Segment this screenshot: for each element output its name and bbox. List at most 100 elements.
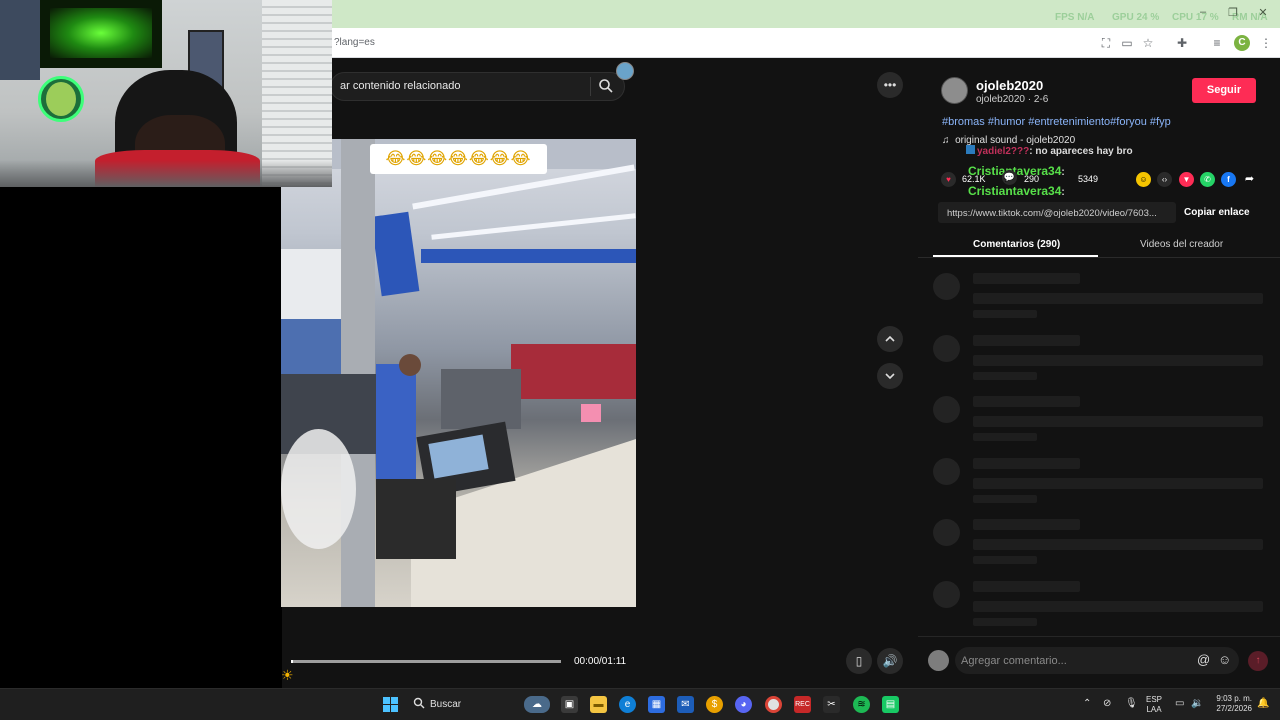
embed-icon[interactable]: ‹› — [1157, 172, 1172, 187]
mention-icon[interactable]: @ — [1197, 652, 1210, 667]
clock[interactable]: 9:03 p. m. 27/2/2026 — [1210, 694, 1252, 714]
like-count: 62.1K — [962, 174, 986, 184]
microphone-icon[interactable]: 🎙 — [1125, 699, 1138, 709]
tray-overflow-icon[interactable]: ⌃ — [1083, 699, 1091, 709]
capcut-icon[interactable]: ✂ — [823, 696, 840, 713]
skeleton-line — [973, 519, 1080, 530]
tab-comments[interactable]: Comentarios (290) — [973, 239, 1060, 250]
skeleton-avatar — [933, 273, 960, 300]
close-icon[interactable]: ✕ — [1256, 6, 1270, 19]
language-indicator[interactable]: ESP LAA — [1146, 695, 1162, 715]
spotify-icon[interactable]: ≋ — [853, 696, 870, 713]
url-text[interactable]: ?lang=es — [334, 37, 375, 48]
translate-icon[interactable]: ⛶ — [1098, 35, 1114, 51]
notifications-icon[interactable]: 🔔 — [1257, 699, 1269, 709]
stream-chat-line: Cristiantavera34: — [968, 184, 1065, 198]
like-icon[interactable]: ♥ — [941, 172, 956, 187]
skeleton-line — [973, 618, 1037, 626]
mini-player-button[interactable]: ▯ — [846, 648, 872, 674]
search-icon[interactable] — [598, 78, 614, 94]
obs-or-app-icon[interactable]: ▤ — [882, 696, 899, 713]
search-input-text[interactable]: ar contenido relacionado — [340, 80, 460, 92]
author-subtitle: ojoleb2020 · 2-6 — [976, 94, 1049, 105]
video-progress-bar[interactable] — [291, 660, 561, 663]
rec-app-icon[interactable]: REC — [794, 696, 811, 713]
clock-time: 9:03 p. m. — [1216, 694, 1252, 703]
whatsapp-icon[interactable]: ✆ — [1200, 172, 1215, 187]
skeleton-avatar — [933, 396, 960, 423]
fps-overlay: FPS N/A — [1055, 12, 1095, 23]
comment-count: 290 — [1024, 174, 1040, 184]
restore-icon[interactable]: ❐ — [1226, 6, 1240, 19]
taskbar-search-icon[interactable] — [413, 697, 425, 712]
coin-icon[interactable]: ☺ — [1136, 172, 1151, 187]
app-coin-icon[interactable]: $ — [706, 696, 723, 713]
video-timecode: 00:00/01:11 — [574, 656, 627, 667]
chat-username: yadiel2??? — [977, 146, 1030, 157]
language-code: ESP — [1146, 695, 1163, 704]
skeleton-avatar — [933, 458, 960, 485]
skeleton-line — [973, 372, 1037, 380]
chat-message: : no apareces hay bro — [1029, 146, 1133, 157]
tab-creator-videos[interactable]: Videos del creador — [1140, 239, 1223, 250]
task-view-icon[interactable]: ▣ — [561, 696, 578, 713]
start-button[interactable] — [382, 696, 399, 713]
follow-button[interactable]: Seguir — [1192, 78, 1256, 103]
browser-menu-icon[interactable]: ⋮ — [1258, 35, 1274, 51]
file-explorer-icon[interactable]: ▬ — [590, 696, 607, 713]
share-count: 5349 — [1078, 174, 1099, 184]
skeleton-line — [973, 335, 1080, 346]
mail-icon[interactable]: ✉ — [677, 696, 694, 713]
previous-video-button[interactable] — [877, 326, 903, 352]
skeleton-line — [973, 458, 1080, 469]
profile-avatar[interactable]: C — [1234, 35, 1250, 51]
minimize-icon[interactable]: – — [1196, 6, 1210, 18]
send-to-friend-icon[interactable]: ▼ — [1179, 172, 1194, 187]
taskbar-search-label[interactable]: Buscar — [430, 699, 461, 710]
stream-chat-line: yadiel2???: no apareces hay bro — [966, 145, 1133, 157]
network-icon[interactable]: ▭ — [1175, 699, 1184, 709]
skeleton-avatar — [933, 581, 960, 608]
video-caption-emoji: 😂😂😂😂😂😂😂 — [370, 144, 547, 174]
discord-icon[interactable]: ◕ — [735, 696, 752, 713]
volume-button[interactable]: 🔊 — [877, 648, 903, 674]
user-avatar-icon[interactable] — [616, 62, 634, 80]
next-video-button[interactable] — [877, 363, 903, 389]
store-icon[interactable]: ▦ — [648, 696, 665, 713]
more-options-button[interactable]: ••• — [877, 72, 903, 98]
emoji-icon[interactable]: ☺ — [1218, 652, 1231, 667]
author-name[interactable]: ojoleb2020 — [976, 78, 1043, 93]
share-arrow-icon[interactable]: ➦ — [1242, 172, 1257, 187]
copy-link-button[interactable]: Copiar enlace — [1184, 207, 1250, 218]
volume-tray-icon[interactable]: 🔉 — [1191, 699, 1203, 709]
sun-icon: ☀ — [281, 667, 294, 683]
skeleton-line — [973, 495, 1037, 503]
facebook-icon[interactable]: f — [1221, 172, 1236, 187]
skeleton-line — [973, 433, 1037, 441]
video-player[interactable] — [281, 139, 636, 607]
cast-icon[interactable]: ▭ — [1119, 35, 1135, 51]
chat-username: Cristiantavera34 — [968, 184, 1062, 198]
skeleton-avatar — [933, 335, 960, 362]
share-link-text[interactable]: https://www.tiktok.com/@ojoleb2020/video… — [947, 208, 1157, 219]
comment-icon[interactable]: 💬 — [1002, 170, 1017, 185]
post-hashtags[interactable]: #bromas #humor #entretenimiento#foryou #… — [942, 116, 1171, 128]
gpu-overlay: GPU 24 % — [1112, 12, 1160, 23]
skeleton-avatar — [933, 519, 960, 546]
edge-icon[interactable]: e — [619, 696, 636, 713]
keyboard-layout: LAA — [1146, 705, 1162, 714]
author-avatar[interactable] — [941, 77, 968, 104]
post-comment-button[interactable]: ↑ — [1248, 651, 1268, 671]
search-divider — [590, 77, 591, 96]
tray-app-icon[interactable]: ⊘ — [1103, 699, 1111, 709]
music-note-icon: ♫ — [942, 135, 950, 146]
extensions-icon[interactable]: ✚ — [1174, 35, 1190, 51]
widgets-icon[interactable]: ☁ — [524, 696, 550, 713]
skeleton-line — [973, 355, 1263, 366]
skeleton-line — [973, 556, 1037, 564]
chrome-icon[interactable] — [765, 696, 782, 713]
skeleton-line — [973, 310, 1037, 318]
bookmark-star-icon[interactable]: ☆ — [1140, 35, 1156, 51]
media-control-icon[interactable]: ≡ — [1209, 35, 1225, 51]
skeleton-line — [973, 273, 1080, 284]
